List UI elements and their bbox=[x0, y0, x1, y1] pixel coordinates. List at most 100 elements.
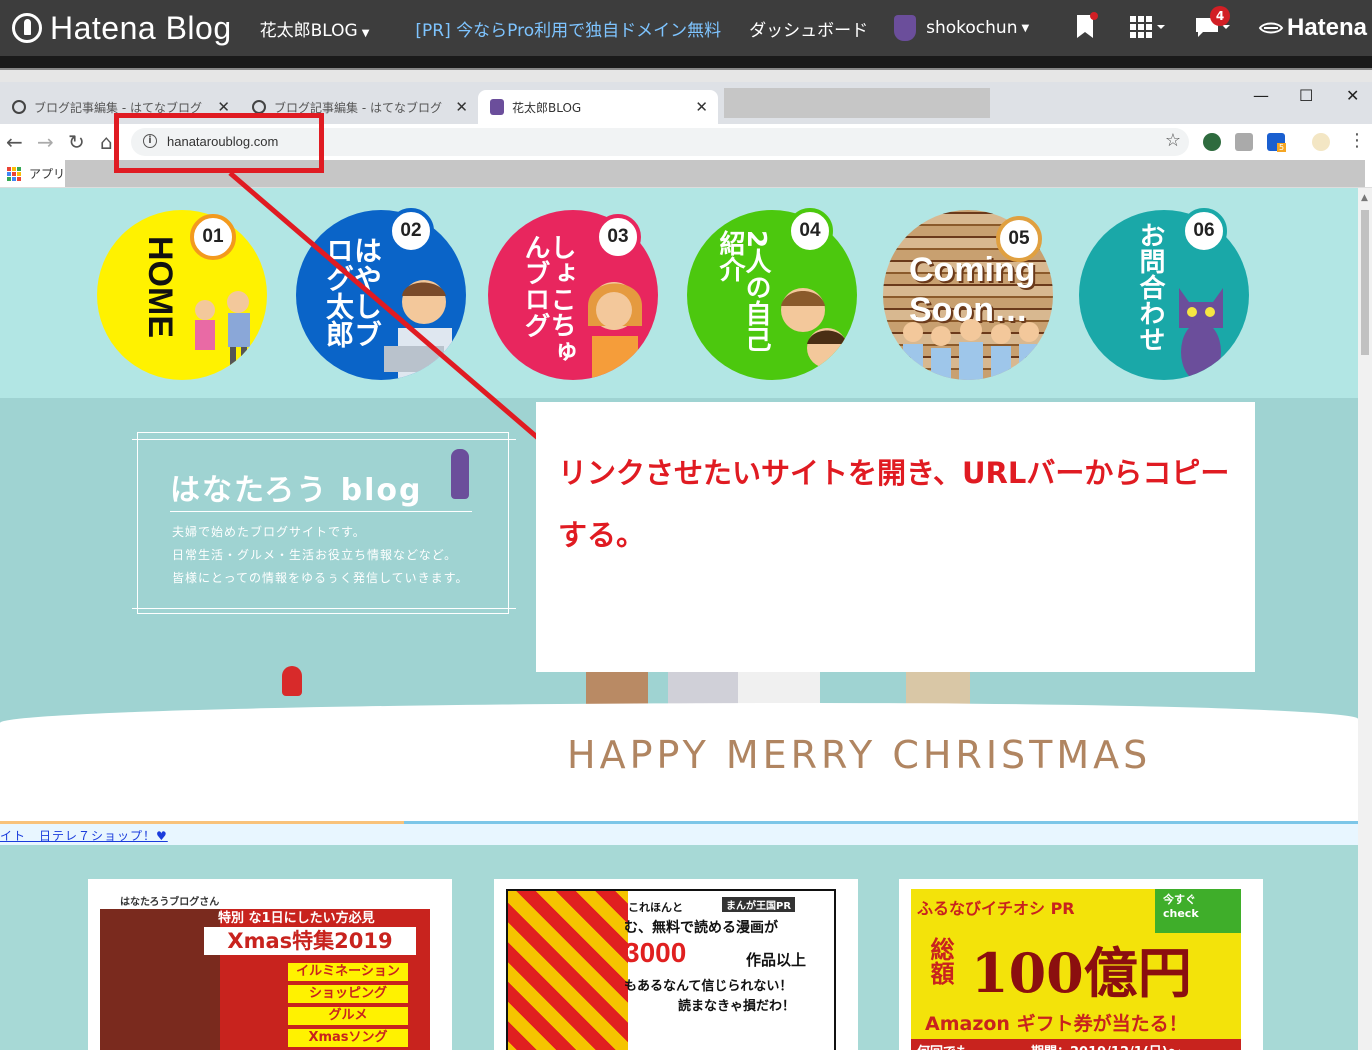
nav-item-hayashi[interactable]: はやしブログ太郎 bbox=[296, 210, 466, 380]
apps-bookmark[interactable]: アプリ bbox=[29, 165, 65, 182]
dashboard-link[interactable]: ダッシュボード bbox=[749, 16, 868, 41]
nav-num-05: 05 bbox=[996, 216, 1042, 262]
santa-icon bbox=[282, 666, 302, 696]
username: shokochun bbox=[926, 18, 1018, 38]
nav-label: HOME bbox=[141, 236, 179, 338]
ticker-accent bbox=[0, 821, 404, 824]
xmas-text: HAPPY MERRY CHRISTMAS bbox=[567, 733, 1152, 777]
reload-icon[interactable]: ↻ bbox=[68, 130, 85, 154]
ad-card-manga[interactable]: これほんと まんが王国PR む、無料で読める漫画が 3000 作品以上 もあるな… bbox=[494, 879, 858, 1050]
ad-furunavi-bottom: 何回でも bbox=[917, 1041, 969, 1050]
purple-cat-icon bbox=[1179, 288, 1223, 380]
new-tab-area[interactable] bbox=[724, 88, 990, 118]
hatena-brand-icon bbox=[1258, 22, 1284, 34]
tab-3-active[interactable]: 花太郎BLOG ✕ bbox=[478, 90, 718, 124]
bookmark-icon[interactable] bbox=[1075, 12, 1098, 44]
ad-special: 特別 な1日にしたい方必見 bbox=[218, 911, 375, 926]
hatena-tab-icon bbox=[12, 100, 26, 114]
ad-furunavi-image[interactable]: ふるなびイチオシ PR 今すぐ check 総額 100億円 Amazon ギフ… bbox=[911, 889, 1241, 1050]
news-ticker: イト 日テレ７ショップ！♥ bbox=[0, 821, 1358, 845]
more-menu-icon[interactable]: ⋮ bbox=[1348, 130, 1366, 151]
extension-3-icon[interactable]: 5 bbox=[1267, 133, 1287, 152]
nav-num-02: 02 bbox=[388, 208, 434, 254]
hatena-pen-icon bbox=[12, 13, 42, 43]
close-window-icon[interactable]: ✕ bbox=[1346, 86, 1359, 105]
manga-burst bbox=[508, 891, 628, 1050]
woman-photo bbox=[100, 909, 220, 1050]
ad-card-furunavi[interactable]: ふるなびイチオシ PR 今すぐ check 総額 100億円 Amazon ギフ… bbox=[899, 879, 1263, 1050]
ad-furunavi-total: 総額 bbox=[926, 937, 954, 985]
ticker-link[interactable]: イト 日テレ７ショップ！♥ bbox=[0, 827, 168, 844]
nav-num-06: 06 bbox=[1181, 208, 1227, 254]
annotation-callout: リンクさせたいサイトを開き、URLバーからコピーする。 bbox=[536, 402, 1255, 672]
extension-2-icon[interactable] bbox=[1235, 133, 1253, 151]
nav-label: はやしブログ太郎 bbox=[322, 236, 383, 348]
pr-link[interactable]: [PR] 今ならPro利用で独自ドメイン無料 bbox=[415, 16, 721, 41]
tab-title: 花太郎BLOG bbox=[512, 100, 582, 115]
apps-grid-icon[interactable] bbox=[7, 167, 21, 181]
forward-icon[interactable]: → bbox=[37, 130, 54, 154]
window-background bbox=[0, 56, 1372, 68]
blog-switcher[interactable]: 花太郎BLOG ▼ bbox=[260, 16, 370, 41]
nav-label: お問合わせ bbox=[1135, 222, 1165, 352]
ad-manga-line1: む、無料で読める漫画が bbox=[624, 920, 778, 936]
star-icon[interactable]: ☆ bbox=[1165, 130, 1181, 151]
screenshot-root: Hatena Blog 花太郎BLOG ▼ [PR] 今ならPro利用で独自ドメイ… bbox=[0, 0, 1372, 1050]
ad-item: ショッピング bbox=[288, 985, 408, 1003]
site-nav: HOME 01 はやしブログ太郎 02 しょこちゅんブログ 03 2人の自己紹介… bbox=[0, 188, 1358, 398]
nav-num-01: 01 bbox=[190, 214, 236, 260]
hatena-brand[interactable]: Hatena bbox=[1258, 14, 1367, 42]
ad-header: はなたろうブログさん bbox=[120, 897, 220, 908]
close-tab-icon[interactable]: ✕ bbox=[695, 98, 708, 116]
nav-item-home[interactable]: HOME bbox=[97, 210, 267, 380]
cat-icon bbox=[451, 449, 469, 499]
two-faces-icon bbox=[781, 288, 847, 368]
page-scrollbar[interactable]: ▲ bbox=[1358, 188, 1372, 1050]
people-group-icon bbox=[903, 319, 1039, 380]
extension-1-icon[interactable] bbox=[1203, 133, 1221, 151]
annotation-text: リンクさせたいサイトを開き、URLバーからコピーする。 bbox=[558, 456, 1230, 552]
nav-label: 2人の自己紹介 bbox=[715, 230, 771, 353]
notification-icon[interactable]: 4 bbox=[1195, 6, 1231, 44]
site-desc-line: 夫婦で始めたブログサイトです。 bbox=[172, 525, 366, 539]
ad-manga-line3: もあるなんて信じられない！ bbox=[624, 979, 793, 994]
maximize-icon[interactable]: ☐ bbox=[1299, 86, 1313, 105]
apps-menu-icon[interactable] bbox=[1130, 14, 1166, 44]
close-tab-icon[interactable]: ✕ bbox=[455, 98, 468, 116]
site-favicon bbox=[490, 99, 504, 115]
site-desc-line: 皆様にとっての情報をゆるぅく発信していきます。 bbox=[172, 571, 469, 585]
user-menu[interactable]: shokochun ▼ bbox=[894, 15, 1029, 41]
nav-num-03: 03 bbox=[595, 214, 641, 260]
ad-furunavi-head: ふるなびイチオシ PR bbox=[917, 899, 1075, 918]
caret-down-icon: ▼ bbox=[1021, 22, 1030, 34]
ad-manga-image[interactable]: これほんと まんが王国PR む、無料で読める漫画が 3000 作品以上 もあるな… bbox=[506, 889, 836, 1050]
home-icon[interactable]: ⌂ bbox=[100, 130, 113, 154]
ad-item: グルメ bbox=[288, 1007, 408, 1025]
ad-furunavi-period: 期間：2019/12/1(日)〜 bbox=[1031, 1041, 1181, 1050]
house-icon bbox=[668, 666, 738, 706]
logo-divider bbox=[170, 511, 472, 512]
hatena-tab-icon bbox=[252, 100, 266, 114]
back-icon[interactable]: ← bbox=[6, 130, 23, 154]
nav-label: しょこちゅんブログ bbox=[520, 234, 576, 364]
ad-manga-pr: まんが王国PR bbox=[722, 897, 796, 912]
bookmark-dot bbox=[1090, 12, 1098, 20]
nav-num-04: 04 bbox=[787, 208, 833, 254]
hatena-blog-logo[interactable]: Hatena Blog bbox=[12, 10, 232, 47]
site-logo-title: はなたろう blog bbox=[170, 473, 423, 508]
minimize-icon[interactable]: — bbox=[1253, 86, 1269, 105]
ad-title: Xmas特集2019 bbox=[204, 927, 416, 955]
ad-xmas-image[interactable]: はなたろうブログさん 特別 な1日にしたい方必見 Xmas特集2019 イルミネ… bbox=[100, 889, 430, 1050]
site-logo-box[interactable]: はなたろう blog 夫婦で始めたブログサイトです。 日常生活・グルメ・生活お役… bbox=[132, 432, 516, 614]
extension-badge: 5 bbox=[1277, 143, 1287, 152]
ad-item: Xmasソング bbox=[288, 1029, 408, 1047]
ad-furunavi-check: 今すぐ check bbox=[1163, 893, 1199, 920]
scroll-up-icon[interactable]: ▲ bbox=[1361, 193, 1368, 203]
profile-icon[interactable] bbox=[1312, 133, 1330, 151]
blog-name: 花太郎BLOG bbox=[259, 20, 358, 41]
ad-furunavi-big: 100億円 bbox=[971, 941, 1192, 1005]
ad-card-xmas[interactable]: はなたろうブログさん 特別 な1日にしたい方必見 Xmas特集2019 イルミネ… bbox=[88, 879, 452, 1050]
hatena-blog-logo-text: Hatena Blog bbox=[50, 9, 232, 46]
walking-couple-icon bbox=[195, 291, 250, 373]
scroll-thumb[interactable] bbox=[1361, 210, 1369, 355]
